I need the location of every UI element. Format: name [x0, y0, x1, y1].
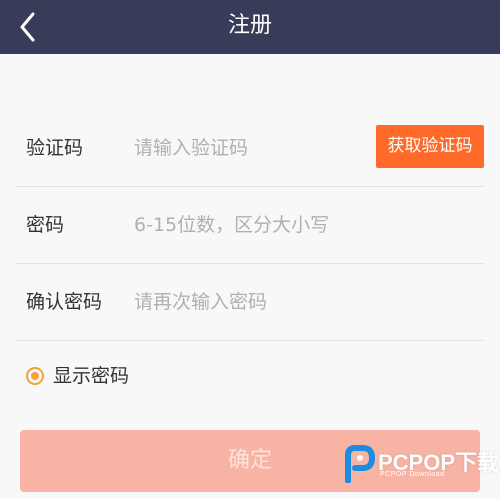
radio-checked-icon[interactable]	[26, 367, 44, 385]
register-form: 验证码 获取验证码 密码 确认密码	[0, 110, 500, 341]
confirm-password-input[interactable]	[134, 283, 474, 321]
page-title: 注册	[227, 13, 272, 38]
verification-code-input[interactable]	[134, 129, 354, 167]
password-row: 密码	[16, 187, 484, 264]
pcpop-logo-icon	[345, 445, 376, 483]
watermark: PCPOP下载 PCPOP Download	[342, 441, 499, 487]
watermark-subtext: PCPOP Download	[380, 471, 445, 478]
verification-code-row: 验证码 获取验证码	[16, 110, 484, 187]
password-input[interactable]	[134, 206, 474, 244]
verification-code-label: 验证码	[26, 137, 84, 159]
password-label: 密码	[26, 214, 65, 236]
get-code-button[interactable]: 获取验证码	[376, 125, 484, 168]
confirm-password-label: 确认密码	[26, 291, 103, 313]
confirm-password-row: 确认密码	[16, 264, 484, 341]
app-header: 注册	[0, 0, 500, 54]
show-password-label: 显示密码	[53, 365, 130, 387]
